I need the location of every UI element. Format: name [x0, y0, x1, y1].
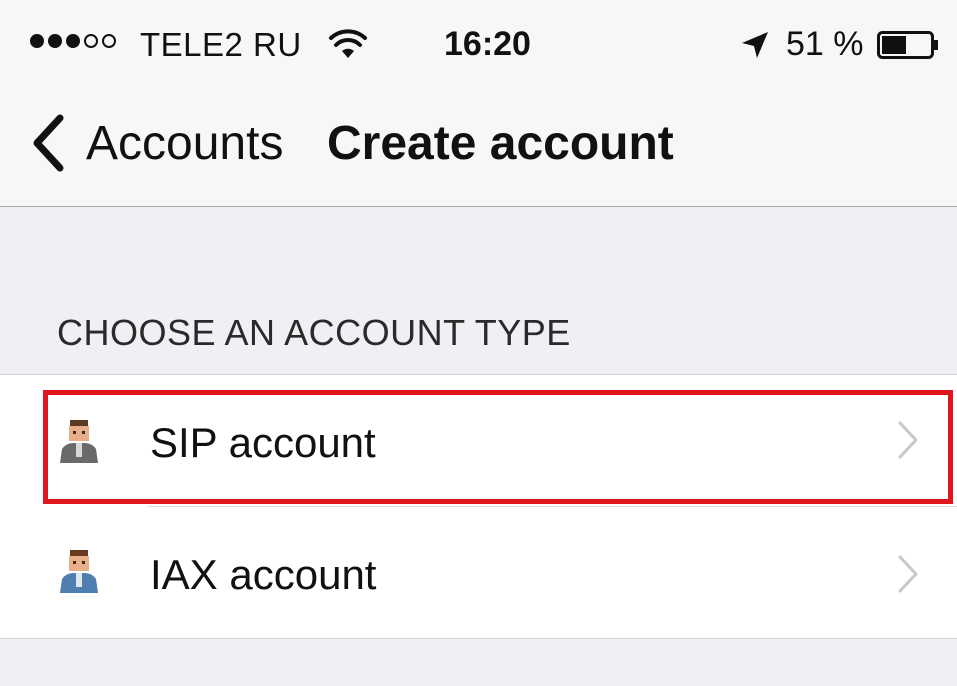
list-item-iax-account[interactable]: IAX account — [0, 507, 957, 639]
wifi-icon — [329, 29, 367, 58]
back-button[interactable]: Accounts — [30, 110, 283, 176]
battery-icon — [877, 31, 938, 59]
back-button-label: Accounts — [86, 116, 284, 170]
section-footer-background — [0, 638, 957, 686]
list-item-label: IAX account — [150, 551, 377, 598]
signal-dot — [66, 34, 80, 48]
signal-strength-icon — [30, 34, 116, 48]
status-time: 16:20 — [444, 25, 531, 63]
create-account-screen: TELE2 RU 16:20 51 % Accounts Create acco… — [0, 0, 957, 686]
top-bar: TELE2 RU 16:20 51 % Accounts Create acco… — [0, 0, 957, 207]
status-bar: TELE2 RU 16:20 51 % — [0, 0, 957, 84]
user-avatar-icon — [60, 420, 98, 463]
battery-percentage: 51 % — [786, 25, 864, 63]
list-item-sip-account[interactable]: SIP account — [0, 375, 957, 507]
signal-dot — [84, 34, 98, 48]
chevron-right-icon — [898, 555, 918, 593]
page-title: Create account — [327, 117, 674, 170]
section-header: CHOOSE AN ACCOUNT TYPE — [57, 312, 571, 353]
chevron-left-icon — [33, 114, 64, 172]
signal-dot — [102, 34, 116, 48]
user-avatar-icon — [60, 550, 98, 593]
signal-dot — [30, 34, 44, 48]
signal-dot — [48, 34, 62, 48]
list-item-label: SIP account — [150, 419, 376, 466]
navigation-bar: Accounts Create account — [0, 84, 957, 206]
location-arrow-icon — [742, 32, 768, 58]
chevron-right-icon — [898, 421, 918, 459]
carrier-name: TELE2 RU — [140, 26, 302, 63]
